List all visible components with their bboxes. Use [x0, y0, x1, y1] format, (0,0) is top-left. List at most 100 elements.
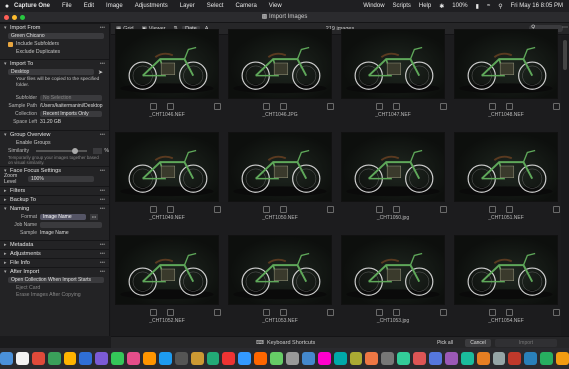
more-icon[interactable]: ••• [100, 260, 105, 266]
similarity-value-field[interactable] [92, 148, 103, 154]
pick-checkbox[interactable] [489, 309, 496, 316]
more-icon[interactable]: ••• [100, 188, 105, 194]
pick-checkbox[interactable] [150, 103, 157, 110]
dock-app-icon[interactable] [238, 352, 252, 365]
reject-checkbox[interactable] [393, 309, 400, 316]
section-import-from[interactable]: ▾ Import From ••• [0, 23, 109, 32]
more-icon[interactable]: ••• [100, 61, 105, 67]
thumbnail-image[interactable] [341, 29, 445, 99]
eject-card-checkbox[interactable] [8, 286, 13, 291]
dock-app-icon[interactable] [31, 352, 45, 365]
dock-app-icon[interactable] [317, 352, 331, 365]
reject-checkbox[interactable] [506, 103, 513, 110]
thumbnail-image[interactable] [454, 132, 558, 202]
more-icon[interactable]: ••• [100, 197, 105, 203]
pick-checkbox[interactable] [489, 206, 496, 213]
arrow-right-icon[interactable]: ➤ [98, 69, 103, 76]
thumbnail-cell[interactable]: _CHT1053.NEF [224, 232, 336, 335]
dock-app-icon[interactable] [476, 352, 490, 365]
thumbnail-image[interactable] [228, 29, 332, 99]
dock-app-icon[interactable] [158, 352, 172, 365]
thumbnail-image[interactable] [341, 235, 445, 305]
select-checkbox[interactable] [214, 309, 221, 316]
menu-camera[interactable]: Camera [235, 3, 256, 9]
similarity-slider-handle[interactable] [71, 148, 78, 154]
more-icon[interactable]: ••• [90, 214, 98, 220]
pick-checkbox[interactable] [376, 206, 383, 213]
reject-checkbox[interactable] [280, 309, 287, 316]
minimize-window-button[interactable] [12, 15, 17, 20]
enable-groups-checkbox[interactable] [8, 141, 13, 146]
exclude-duplicates-checkbox[interactable] [8, 50, 13, 55]
menu-scripts[interactable]: Scripts [393, 3, 411, 9]
dock-app-icon[interactable] [79, 352, 93, 365]
thumbnail-cell[interactable]: _CHT1054.NEF [450, 232, 562, 335]
bluetooth-icon[interactable]: ✱ [439, 3, 444, 10]
thumbnail-cell[interactable]: _CHT1048.NEF [450, 26, 562, 129]
more-icon[interactable]: ••• [100, 25, 105, 31]
cancel-button[interactable]: Cancel [465, 339, 491, 347]
thumbnail-cell[interactable]: _CHT1050.jpg [337, 129, 449, 232]
dock-app-icon[interactable] [381, 352, 395, 365]
zoom-level-dropdown[interactable]: 100% [28, 176, 94, 182]
dock-app-icon[interactable] [222, 352, 236, 365]
include-subfolders-checkbox[interactable] [8, 41, 13, 47]
section-metadata[interactable]: ▸ Metadata ••• [0, 240, 109, 249]
dock-app-icon[interactable] [111, 352, 125, 365]
thumbnail-image[interactable] [341, 132, 445, 202]
thumbnail-cell[interactable]: _CHT1053.jpg [337, 232, 449, 335]
dock-app-icon[interactable] [206, 352, 220, 365]
eject-card-row[interactable]: Eject Card [0, 284, 109, 292]
dock-app-icon[interactable] [301, 352, 315, 365]
dock-app-icon[interactable] [444, 352, 458, 365]
select-checkbox[interactable] [440, 309, 447, 316]
more-icon[interactable]: ••• [100, 269, 105, 275]
scrollbar-thumb[interactable] [563, 40, 567, 70]
dock-app-icon[interactable] [508, 352, 522, 365]
reject-checkbox[interactable] [506, 309, 513, 316]
more-icon[interactable]: ••• [100, 251, 105, 257]
naming-format-token[interactable]: Image Name [40, 214, 86, 220]
reject-checkbox[interactable] [167, 206, 174, 213]
dock-app-icon[interactable] [270, 352, 283, 365]
section-adjustments[interactable]: ▸ Adjustments ••• [0, 249, 109, 258]
section-group-overview[interactable]: ▾ Group Overview ••• [0, 130, 109, 139]
apple-icon[interactable]: ● [0, 3, 14, 10]
dock-app-icon[interactable] [556, 352, 569, 365]
search-icon[interactable]: ⚲ [498, 3, 502, 10]
import-destination-dropdown[interactable]: Desktop [8, 69, 94, 75]
similarity-slider[interactable] [35, 148, 87, 154]
dock-app-icon[interactable] [15, 352, 29, 365]
thumbnail-image[interactable] [454, 29, 558, 99]
thumbnail-cell[interactable]: _CHT1046.JPG [224, 26, 336, 129]
collection-dropdown[interactable]: Recent Imports Only [40, 111, 102, 117]
thumbnail-image[interactable] [228, 132, 332, 202]
pick-checkbox[interactable] [376, 309, 383, 316]
select-checkbox[interactable] [553, 309, 560, 316]
select-checkbox[interactable] [327, 206, 334, 213]
grid-scrollbar[interactable] [561, 36, 569, 336]
menu-window[interactable]: Window [363, 3, 384, 9]
section-naming[interactable]: ▾ Naming ••• [0, 204, 109, 213]
thumbnail-image[interactable] [115, 235, 219, 305]
pick-all-button[interactable]: Pick all [429, 339, 461, 347]
dock-app-icon[interactable] [413, 352, 427, 365]
import-source-dropdown[interactable]: Green Chicano [8, 33, 104, 39]
more-icon[interactable]: ••• [100, 168, 105, 174]
dock-app-icon[interactable] [95, 352, 109, 365]
section-file-info[interactable]: ▸ File Info ••• [0, 258, 109, 267]
subfolder-field[interactable]: No Selection [40, 95, 102, 101]
dock-app-icon[interactable] [127, 352, 140, 365]
after-import-dropdown[interactable]: Open Collection When Import Starts [8, 277, 104, 283]
pick-checkbox[interactable] [150, 309, 157, 316]
menu-adjustments[interactable]: Adjustments [135, 3, 168, 9]
pick-checkbox[interactable] [263, 103, 270, 110]
thumbnail-cell[interactable]: _CHT1049.NEF [111, 129, 223, 232]
section-filters[interactable]: ▸ Filters ••• [0, 186, 109, 195]
dock-app-icon[interactable] [349, 352, 363, 365]
select-checkbox[interactable] [327, 103, 334, 110]
reject-checkbox[interactable] [280, 103, 287, 110]
section-after-import[interactable]: ▾ After Import ••• [0, 267, 109, 276]
dock-app-icon[interactable] [365, 352, 379, 365]
close-window-button[interactable] [4, 15, 9, 20]
